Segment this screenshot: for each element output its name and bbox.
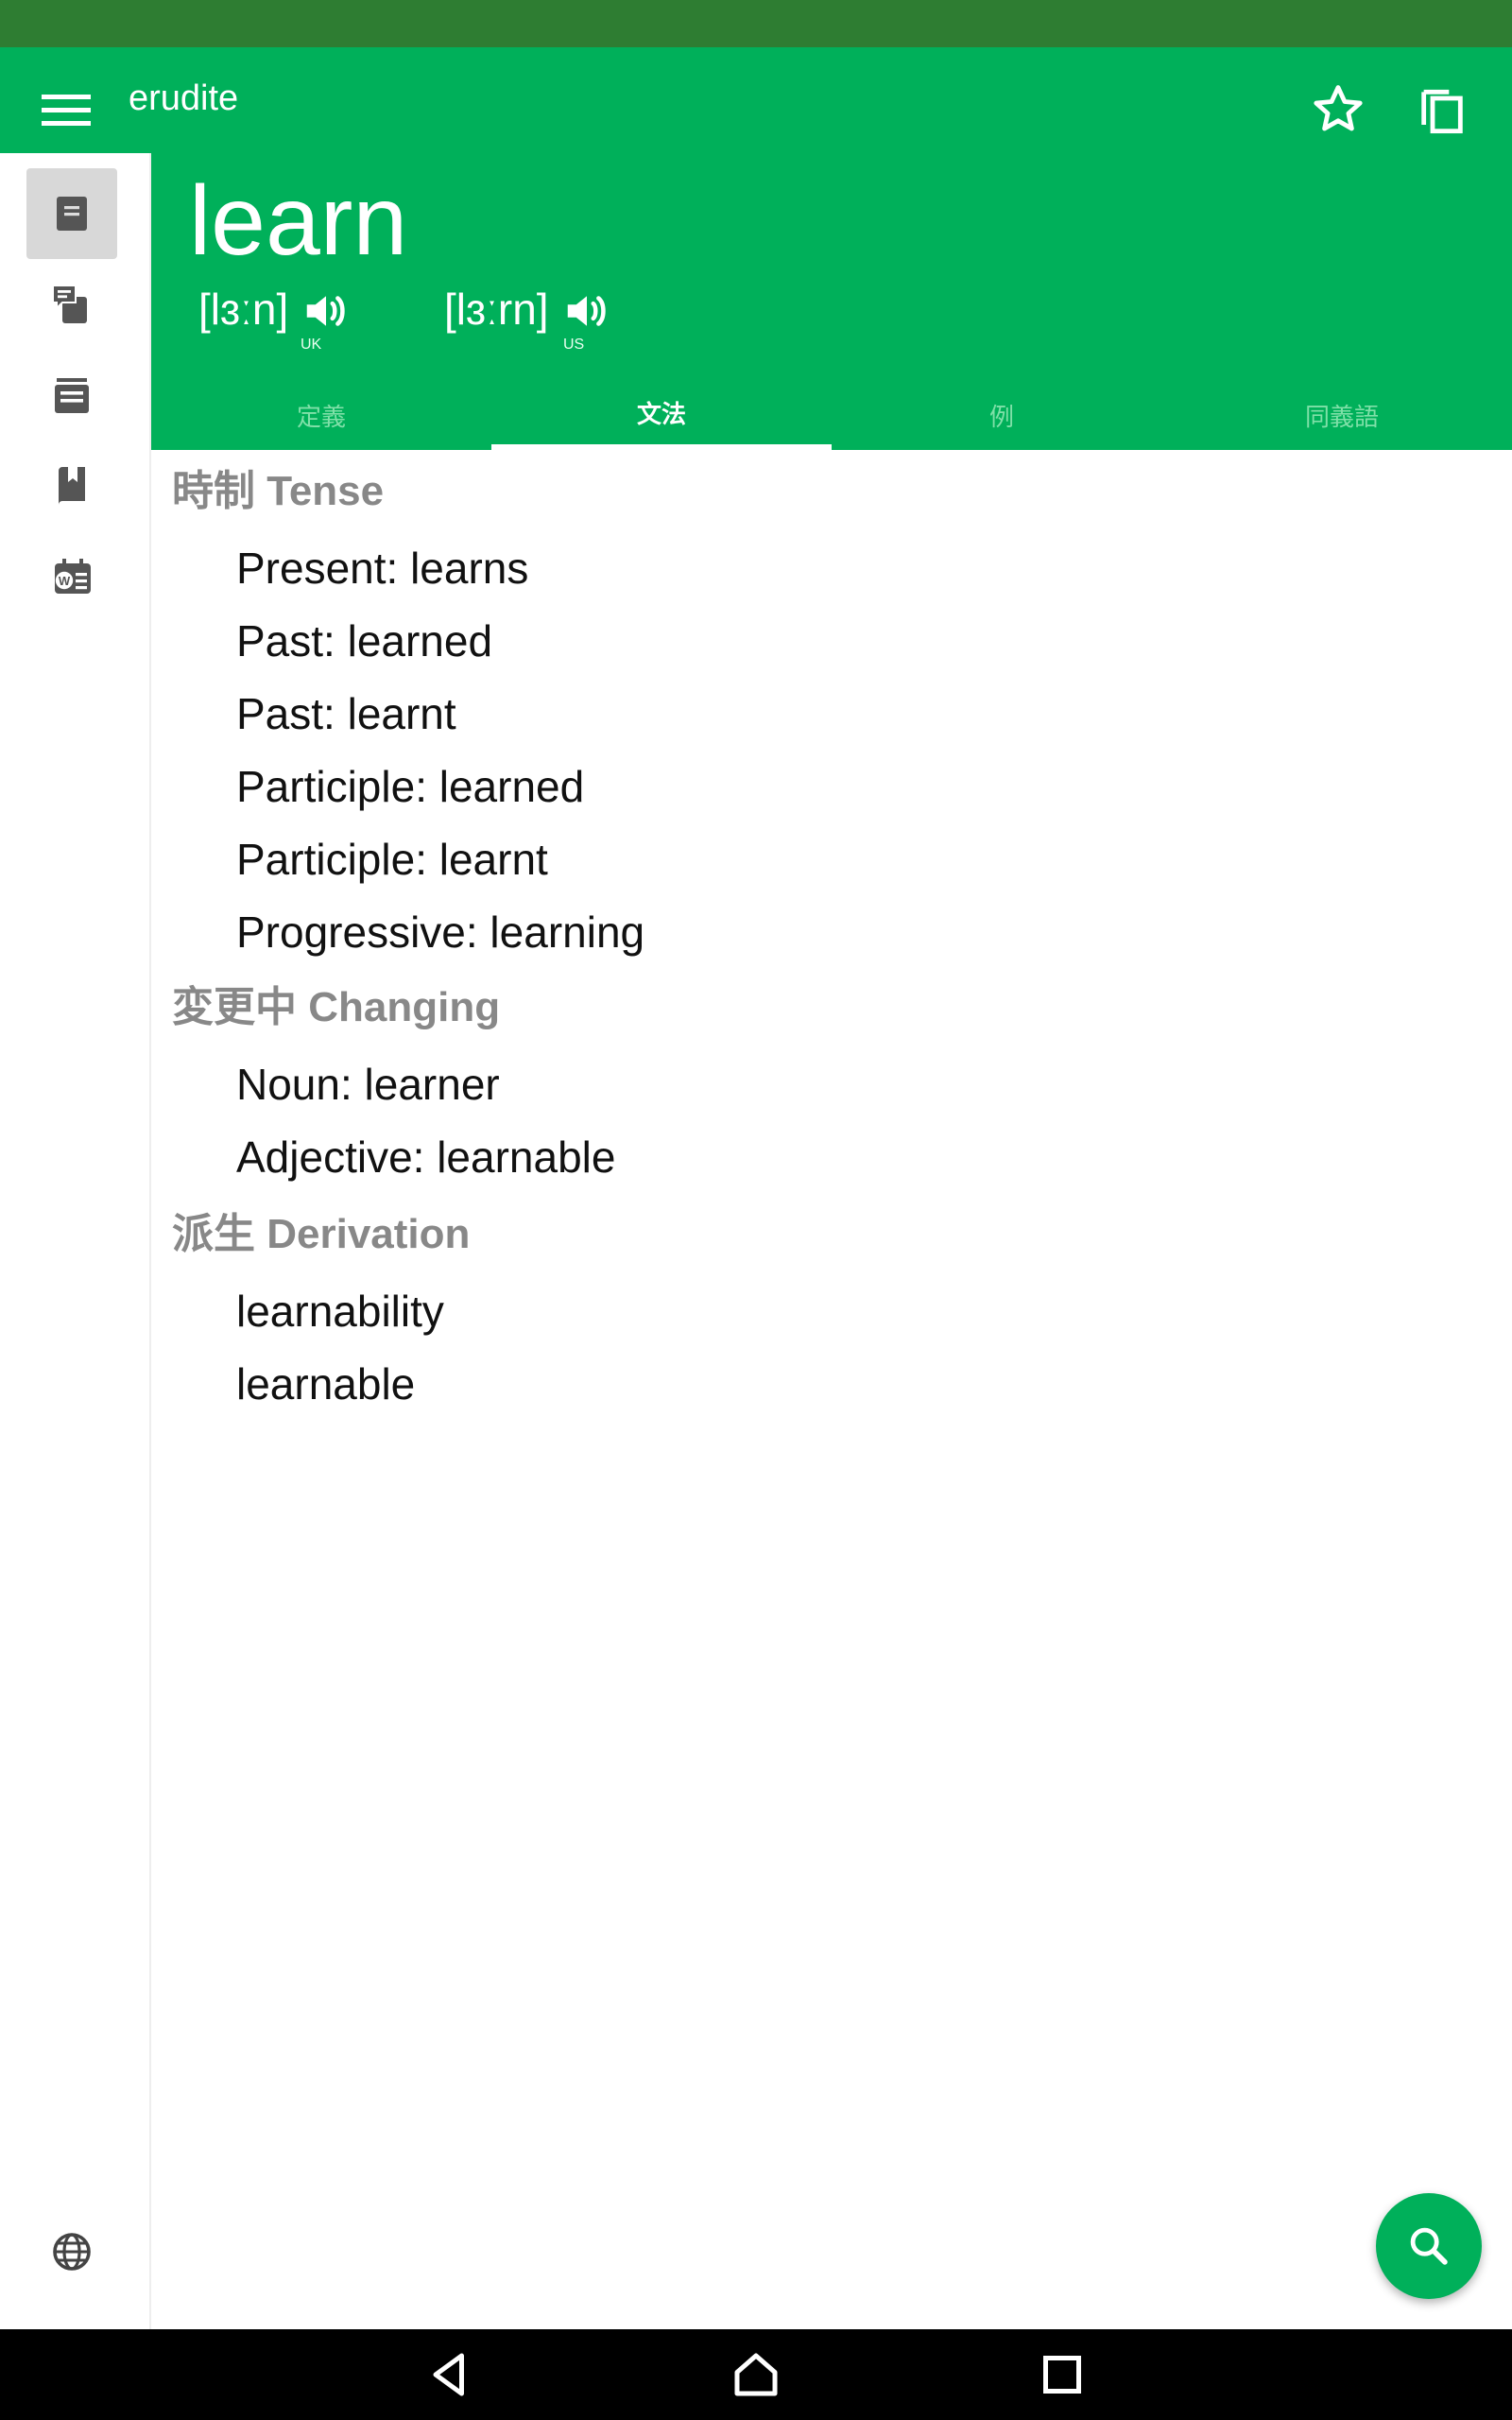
list-item: learnability [236,1287,444,1336]
app-title: erudite [129,78,239,118]
rail-item-comments[interactable] [26,259,117,350]
list-item: Participle: learned [236,762,585,811]
section-title-tense: 時制 Tense [172,468,385,514]
comment-cards-icon [52,285,87,323]
recents-icon[interactable] [1034,2346,1091,2403]
list-item: Progressive: learning [236,908,645,957]
region-label-uk: UK [301,337,322,353]
svg-text:W: W [59,574,71,588]
pronunciation-us: [lɜːrn] [444,285,549,334]
globe-icon[interactable] [49,2229,94,2274]
list-item: Present: learns [236,544,529,593]
list-item: Participle: learnt [236,835,548,884]
list-item: Past: learned [236,616,493,666]
search-icon [1410,2227,1448,2265]
region-label-us: US [563,337,585,353]
tab-examples[interactable]: 例 [832,380,1172,450]
document-icon [57,197,87,231]
list-item: Past: learnt [236,689,456,738]
tab-grammar[interactable]: 文法 [491,380,832,450]
word-header: learn [lɜːn] UK [lɜːrn] US 定義 文法 例 同義語 [151,153,1512,450]
section-title-changing: 変更中 Changing [172,984,501,1030]
word-calendar-icon: W [55,559,91,594]
side-rail: W [0,153,151,2329]
home-icon[interactable] [728,2346,784,2403]
copy-icon[interactable] [1414,79,1474,140]
bookmark-book-icon [59,467,85,505]
rail-item-word-calendar[interactable]: W [26,531,117,622]
star-outline-icon[interactable] [1308,79,1368,140]
search-fab-button[interactable] [1376,2193,1482,2299]
rail-item-list[interactable] [26,350,117,441]
pronunciation-uk: [lɜːn] [198,285,289,334]
speaker-uk-icon[interactable] [301,285,352,337]
app-bar: erudite [0,47,1512,153]
rail-item-document[interactable] [26,168,117,259]
hamburger-menu-icon[interactable] [42,91,91,129]
tab-synonyms[interactable]: 同義語 [1172,380,1512,450]
list-item: Noun: learner [236,1060,500,1109]
list-item: learnable [236,1359,416,1409]
back-icon[interactable] [421,2346,478,2403]
section-title-derivation: 派生 Derivation [172,1211,471,1257]
status-bar [0,0,1512,47]
speaker-us-icon[interactable] [561,285,612,337]
list-item: Adjective: learnable [236,1132,616,1182]
rail-item-bookmarks[interactable] [26,441,117,531]
tab-definition[interactable]: 定義 [151,380,491,450]
grammar-content: 時制 Tense Present: learns Past: learned P… [151,450,1512,2329]
system-navigation-bar [0,2329,1512,2420]
headword: learn [189,166,408,276]
list-stack-icon [55,378,89,413]
tab-bar: 定義 文法 例 同義語 [151,380,1512,450]
